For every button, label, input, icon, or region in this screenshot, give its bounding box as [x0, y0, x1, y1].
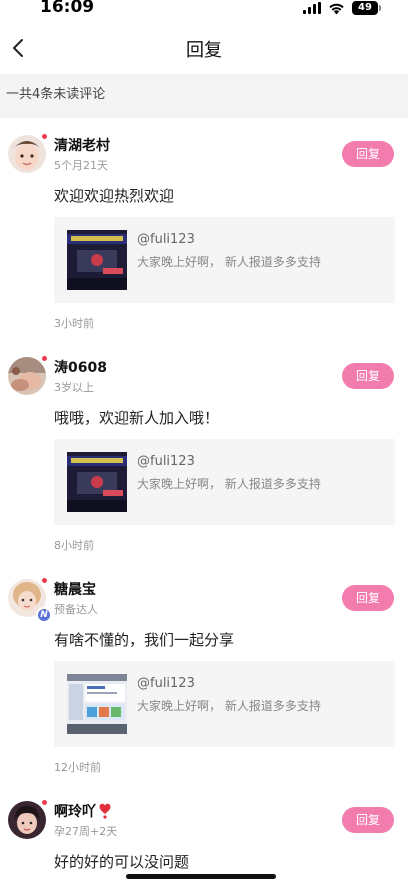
status-bar: 16:09 49: [0, 0, 408, 22]
avatar-image: [8, 357, 46, 395]
quoted-user: @fuli123: [137, 232, 195, 247]
comment-item: 啊玲吖 孕27周+2天 回复 好的好的可以没问题: [0, 799, 408, 879]
quoted-post[interactable]: @fuli123 大家晚上好啊， 新人报道多多支持: [54, 439, 395, 525]
user-name[interactable]: 涛0608: [54, 357, 107, 377]
avatar[interactable]: [8, 355, 48, 395]
quoted-text: 大家晚上好啊， 新人报道多多支持: [137, 255, 321, 269]
wifi-icon: [329, 3, 344, 14]
comment-item: N 糖晨宝 预备达人 回复 有啥不懂的，我们一起分享 @fuli123 大家晚上…: [0, 577, 408, 779]
reply-button[interactable]: 回复: [342, 363, 394, 389]
level-badge-icon: N: [36, 607, 52, 623]
unread-dot: [41, 577, 48, 584]
quoted-text: 大家晚上好啊， 新人报道多多支持: [137, 699, 321, 713]
quoted-user: @fuli123: [137, 454, 195, 469]
comment-text: 欢迎欢迎热烈欢迎: [54, 187, 175, 205]
reply-button[interactable]: 回复: [342, 141, 394, 167]
comment-time: 3小时前: [54, 317, 94, 330]
comment-text: 有啥不懂的，我们一起分享: [54, 631, 235, 649]
page-title: 回复: [186, 40, 222, 61]
user-name[interactable]: 清湖老村: [54, 135, 110, 155]
user-name[interactable]: 啊玲吖: [54, 801, 111, 821]
unread-dot: [41, 799, 48, 806]
status-time: 16:09: [40, 0, 95, 17]
unread-dot: [41, 133, 48, 140]
comment-text: 好的好的可以没问题: [54, 853, 190, 871]
quoted-text: 大家晚上好啊， 新人报道多多支持: [137, 477, 321, 491]
quoted-post[interactable]: @fuli123 大家晚上好啊， 新人报道多多支持: [54, 217, 395, 303]
avatar[interactable]: N: [8, 577, 52, 623]
comment-item: 涛0608 3岁以上 回复 哦哦，欢迎新人加入哦！ @fuli123 大家晚上好…: [0, 355, 408, 557]
unread-dot: [41, 355, 48, 362]
post-thumbnail: [67, 674, 127, 734]
avatar[interactable]: [8, 799, 48, 839]
user-subtitle: 5个月21天: [54, 159, 108, 172]
comment-text: 哦哦，欢迎新人加入哦！: [54, 409, 220, 427]
reply-button[interactable]: 回复: [342, 585, 394, 611]
nav-bar: 回复: [0, 22, 408, 74]
user-subtitle: 预备达人: [54, 603, 98, 616]
comment-time: 12小时前: [54, 761, 101, 774]
user-subtitle: 3岁以上: [54, 381, 94, 394]
heart-exclamation-icon: [99, 803, 111, 819]
quoted-post[interactable]: @fuli123 大家晚上好啊， 新人报道多多支持: [54, 661, 395, 747]
signal-icon: [303, 2, 321, 14]
post-thumbnail: [67, 452, 127, 512]
reply-button[interactable]: 回复: [342, 807, 394, 833]
user-name[interactable]: 糖晨宝: [54, 579, 96, 599]
home-indicator: [126, 874, 276, 879]
quoted-user: @fuli123: [137, 676, 195, 691]
post-thumbnail: [67, 230, 127, 290]
battery-icon: 49: [352, 1, 381, 15]
comment-item: 清湖老村 5个月21天 回复 欢迎欢迎热烈欢迎 @fuli123 大家晚上好啊，…: [0, 133, 408, 335]
unread-summary: 一共4条未读评论: [0, 74, 408, 118]
user-subtitle: 孕27周+2天: [54, 825, 118, 838]
avatar[interactable]: [8, 133, 48, 173]
status-icons: 49: [303, 0, 381, 16]
avatar-image: [8, 801, 46, 839]
avatar-image: [8, 135, 46, 173]
comment-time: 8小时前: [54, 539, 94, 552]
user-name-label: 啊玲吖: [54, 804, 96, 820]
